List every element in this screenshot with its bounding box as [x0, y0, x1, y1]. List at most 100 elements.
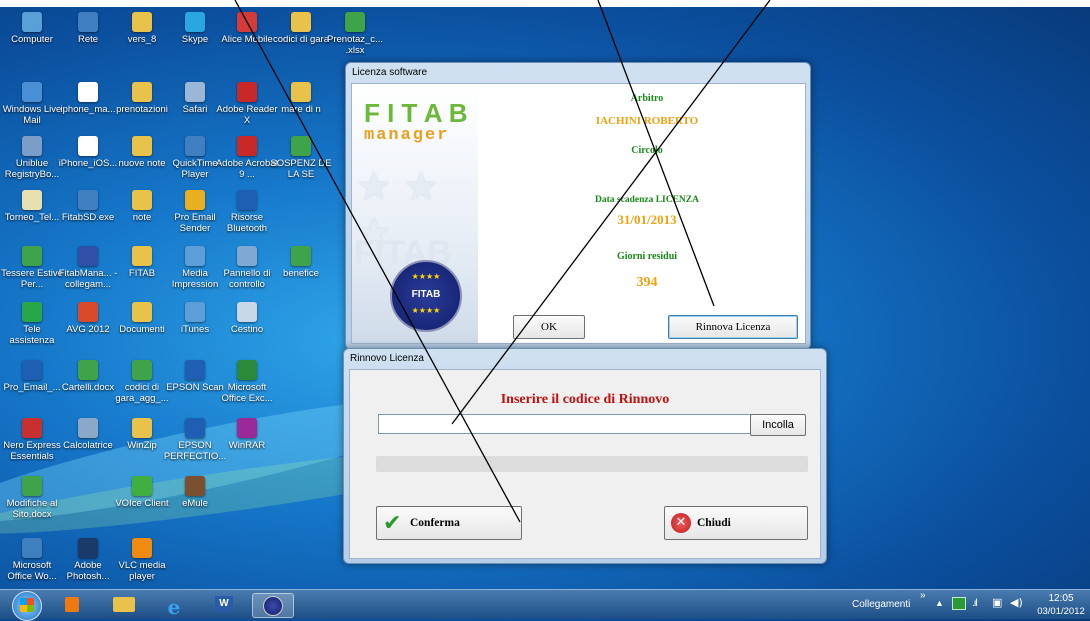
tray-expand-icon[interactable]: ▲ — [935, 598, 944, 608]
taskbar-outlook-icon[interactable] — [58, 593, 86, 616]
desktop-icon[interactable]: Modifiche al Sito.docx — [0, 476, 64, 520]
giorni-value: 394 — [636, 275, 658, 290]
desktop-icon-label: Tele assistenza — [9, 324, 55, 346]
license-window: Licenza software F I T A B manager ★ ★ ★… — [345, 62, 811, 350]
desktop-icon[interactable]: Torneo_Tel... — [0, 190, 64, 223]
desktop-icon[interactable]: VLC media player — [110, 538, 174, 582]
conferma-label: Conferma — [410, 517, 460, 529]
windows-logo-icon — [20, 598, 34, 612]
renew-heading: Inserire il codice di Rinnovo — [500, 392, 670, 407]
desktop-icon[interactable]: WinRAR — [215, 418, 279, 451]
desktop-icon-image — [185, 476, 205, 496]
arbitro-label: Arbitro — [630, 93, 664, 104]
clock-date[interactable]: 03/01/2012 — [1033, 606, 1089, 617]
desktop-icon-image — [22, 190, 42, 210]
conferma-button[interactable]: ✔ Conferma — [376, 506, 522, 540]
desktop-icon-image — [22, 302, 42, 322]
taskbar: e W Collegamenti » ▲ .ıl ▣ ◀) 12:05 03/0… — [0, 589, 1090, 621]
taskbar-word-icon[interactable]: W — [204, 593, 244, 616]
desktop-icon-image — [237, 12, 257, 32]
desktop-icon-image — [132, 418, 152, 438]
circolo-label: Circolo — [631, 145, 663, 156]
tray-volume-icon[interactable]: ◀) — [1010, 596, 1023, 609]
desktop-icon[interactable]: Uniblue RegistryBo... — [0, 136, 64, 180]
tray-device-icon[interactable]: ▣ — [992, 596, 1002, 609]
desktop-icon[interactable]: benefice — [269, 246, 333, 279]
desktop-icon-image — [185, 12, 205, 32]
desktop-icon[interactable]: Microsoft Office Exc... — [215, 360, 279, 404]
desktop-icon[interactable]: Tele assistenza — [0, 302, 64, 346]
desktop-icon-image — [132, 476, 152, 496]
chiudi-button[interactable]: ✕ Chiudi — [664, 506, 808, 540]
desktop-icon[interactable]: Risorse Bluetooth — [215, 190, 279, 234]
desktop-icon-image — [345, 12, 365, 32]
desktop-icon-image — [132, 136, 152, 156]
desktop-icon[interactable]: eMule — [163, 476, 227, 509]
desktop-icon-image — [132, 190, 152, 210]
ok-button[interactable]: OK — [513, 315, 585, 339]
desktop-icon-label: Torneo_Tel... — [4, 212, 60, 223]
desktop-icon-image — [78, 302, 98, 322]
desktop-icon-image — [185, 360, 205, 380]
window-title: Licenza software — [352, 67, 428, 78]
desktop-icon-image — [132, 82, 152, 102]
incolla-button[interactable]: Incolla — [750, 414, 806, 436]
close-icon: ✕ — [671, 513, 691, 533]
renew-license-window: Rinnovo Licenza Inserire il codice di Ri… — [343, 348, 827, 564]
chiudi-label: Chiudi — [697, 517, 731, 529]
renew-code-input[interactable] — [378, 414, 752, 434]
desktop-icon-image — [78, 136, 98, 156]
desktop-icon-label: Pro_Email_... — [3, 382, 61, 393]
renew-progress-bar — [376, 456, 808, 472]
desktop-icon-label: Windows Live Mail — [2, 104, 62, 126]
desktop-icon-label: VLC media player — [118, 560, 166, 582]
desktop-icon-label: SOSPENZ DE LA SE — [270, 158, 332, 180]
taskbar-links-chevron[interactable]: » — [920, 590, 926, 601]
tray-network-icon[interactable] — [952, 597, 966, 610]
start-button[interactable] — [12, 591, 42, 621]
fitab-emblem: ★★★★ FITAB ★★★★ — [390, 260, 462, 332]
desktop-icon-image — [185, 82, 205, 102]
desktop-icon-image — [78, 190, 98, 210]
desktop-icon-image — [291, 246, 311, 266]
desktop-icon-image — [291, 136, 311, 156]
desktop-icon-image — [132, 538, 152, 558]
emblem-label: FITAB — [411, 289, 441, 300]
desktop-icon-image — [237, 136, 257, 156]
desktop-icon-image — [185, 418, 205, 438]
taskbar-fitab-icon[interactable] — [252, 593, 294, 618]
desktop-icon-image — [237, 418, 257, 438]
desktop-icon-image — [237, 82, 257, 102]
desktop-icon-image — [22, 82, 42, 102]
scadenza-value: 31/01/2013 — [617, 212, 677, 227]
taskbar-explorer-icon[interactable] — [104, 593, 144, 616]
desktop-icon-image — [237, 246, 257, 266]
tray-signal-icon[interactable]: .ıl — [972, 598, 978, 609]
desktop-icon[interactable]: Tessere Estive Per... — [0, 246, 64, 290]
fitab-side-panel: F I T A B manager ★ ★ ★ FITAB ★★★★ FITAB… — [352, 84, 478, 343]
taskbar-links-label[interactable]: Collegamenti — [852, 599, 910, 610]
rinnova-licenza-button[interactable]: Rinnova Licenza — [668, 315, 798, 339]
desktop-icon-image — [78, 12, 98, 32]
desktop-icon[interactable]: Nero Express Essentials — [0, 418, 64, 462]
arbitro-value: IACHINI ROBERTO — [595, 115, 699, 127]
taskbar-ie-icon[interactable]: e — [154, 593, 194, 619]
desktop-icon[interactable]: Microsoft Office Wo... — [0, 538, 64, 582]
desktop-icon[interactable]: Prenotaz_c... .xlsx — [323, 12, 387, 56]
desktop-icon[interactable]: Cestino — [215, 302, 279, 335]
desktop-icon-label: Cestino — [230, 324, 264, 335]
desktop-icon-label: Microsoft Office Exc... — [221, 382, 273, 404]
desktop-icon-image — [22, 246, 42, 266]
desktop-icon[interactable]: Computer — [0, 12, 64, 45]
desktop-icon-image — [78, 538, 98, 558]
clock-time[interactable]: 12:05 — [1038, 593, 1084, 604]
logo-manager: manager — [364, 126, 450, 145]
scadenza-label: Data scadenza LICENZA — [595, 195, 699, 205]
desktop-icon[interactable]: Windows Live Mail — [0, 82, 64, 126]
desktop-icon-image — [78, 418, 98, 438]
desktop-icon[interactable]: Pro_Email_... — [0, 360, 64, 393]
desktop-icon-image — [237, 302, 257, 322]
desktop-icon[interactable]: SOSPENZ DE LA SE — [269, 136, 333, 180]
desktop-icon-label: Risorse Bluetooth — [226, 212, 268, 234]
desktop-icon[interactable]: mare di n — [269, 82, 333, 115]
